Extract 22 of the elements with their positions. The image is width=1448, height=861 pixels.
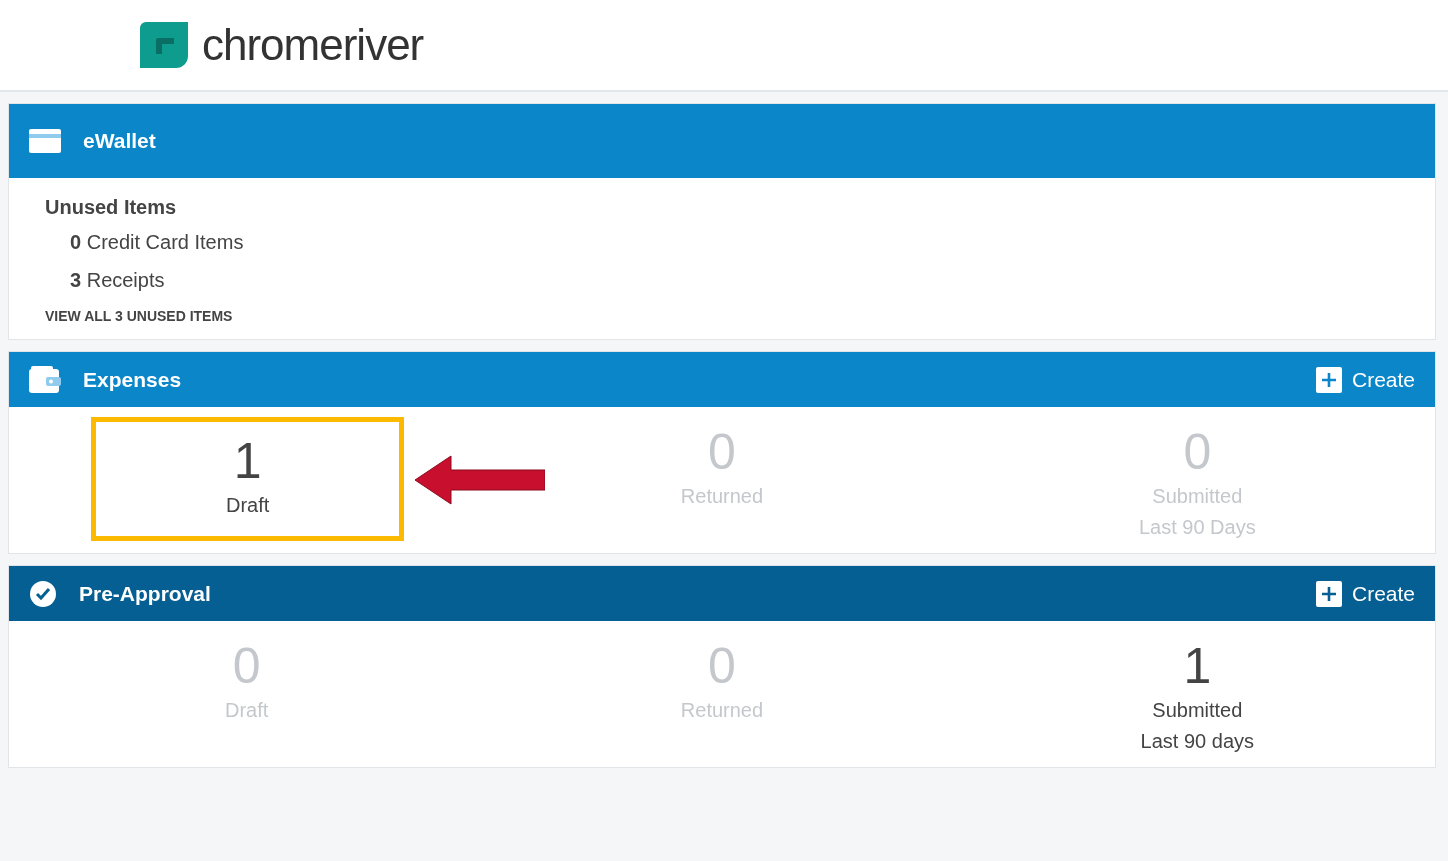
card-title: Expenses bbox=[83, 367, 182, 392]
stat-count[interactable]: 1 bbox=[1183, 639, 1212, 693]
section-heading: Unused Items bbox=[45, 196, 178, 219]
card-title: Pre-Approval bbox=[79, 581, 211, 606]
check-badge-icon bbox=[29, 579, 57, 608]
wallet-icon bbox=[29, 365, 61, 394]
stat-note: Last 90 Days bbox=[1138, 516, 1256, 539]
logo-text: chromeriver bbox=[202, 20, 424, 70]
stat-label[interactable]: Submitted bbox=[1152, 699, 1243, 722]
create-button[interactable]: Create bbox=[1315, 366, 1415, 393]
plus-icon bbox=[1315, 366, 1342, 393]
stat-label[interactable]: Draft bbox=[226, 494, 270, 517]
stat-note: Last 90 days bbox=[1140, 730, 1255, 753]
unused-item-line[interactable]: 3 Receipts bbox=[45, 269, 1399, 292]
plus-icon bbox=[1315, 580, 1342, 607]
unused-item-line[interactable]: 0 Credit Card Items bbox=[45, 231, 1399, 254]
view-all-link[interactable]: VIEW ALL 3 UNUSED ITEMS bbox=[45, 308, 233, 324]
stat-count[interactable]: 1 bbox=[233, 434, 262, 488]
create-button[interactable]: Create bbox=[1315, 580, 1415, 607]
logo-icon bbox=[140, 22, 188, 68]
card-title: eWallet bbox=[83, 129, 156, 153]
wallet-card-icon bbox=[29, 129, 61, 153]
